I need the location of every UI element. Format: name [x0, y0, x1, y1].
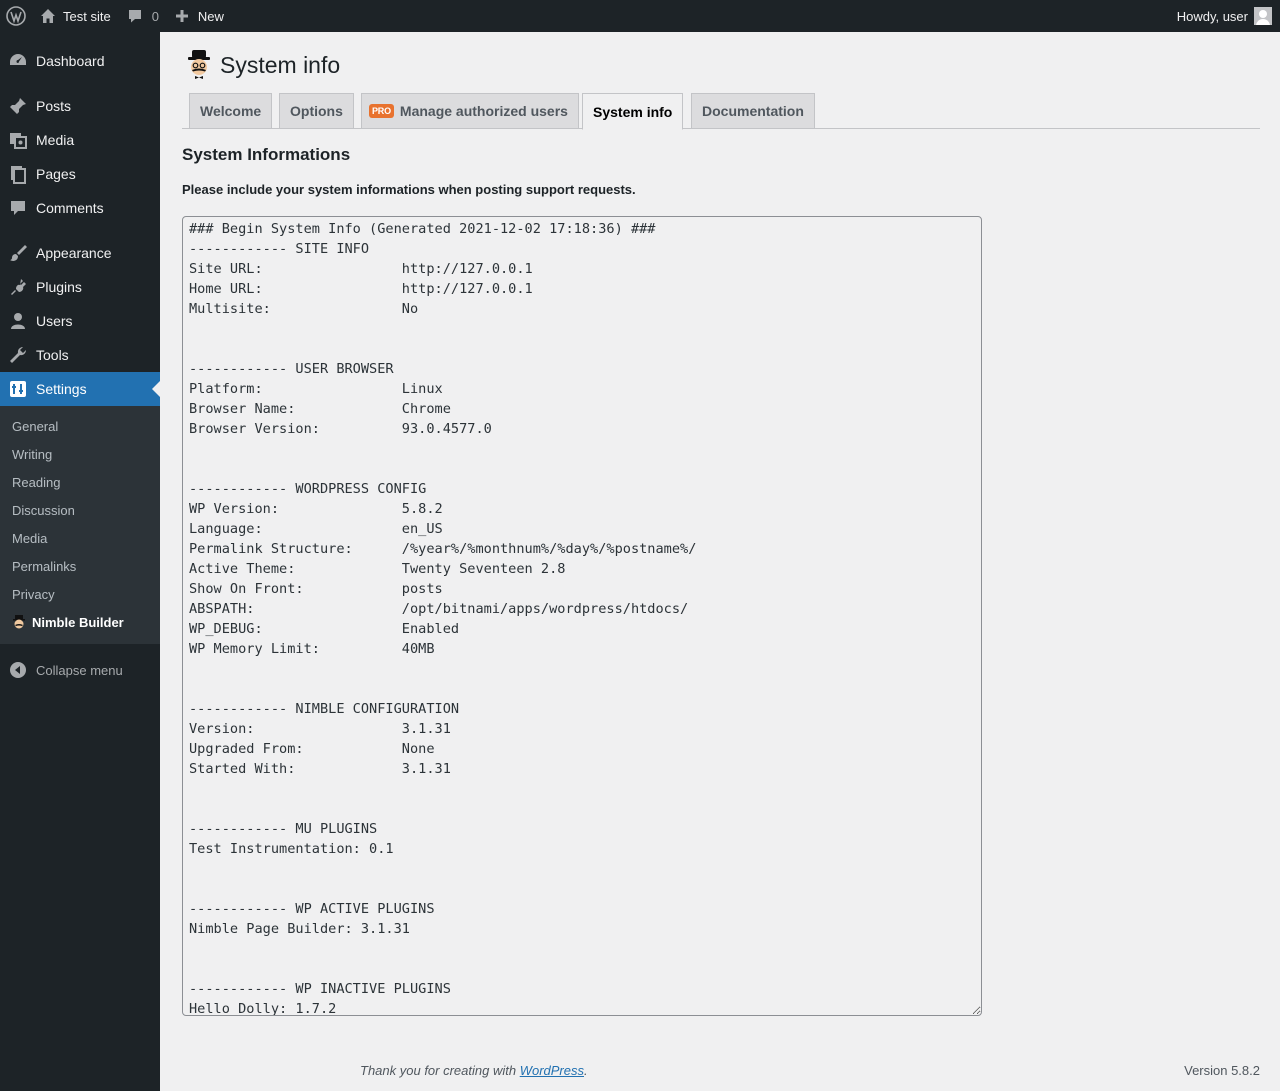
wrench-icon	[10, 346, 27, 363]
wordpress-link[interactable]: WordPress	[520, 1063, 584, 1078]
menu-item-posts[interactable]: Posts	[0, 89, 160, 123]
brush-icon	[10, 245, 27, 261]
submenu-item-media[interactable]: Media	[0, 524, 160, 552]
howdy-label: Howdy, user	[1176, 8, 1248, 24]
tab-label: Welcome	[200, 103, 262, 119]
tab-label: Documentation	[702, 103, 804, 119]
dashboard-icon	[10, 54, 26, 65]
nimble-builder-logo-icon	[188, 50, 210, 79]
tab-manage-authorized-users[interactable]: PRO Manage authorized users	[361, 93, 579, 129]
wordpress-logo-button[interactable]	[0, 0, 32, 32]
menu-item-media[interactable]: Media	[0, 123, 160, 157]
submenu-item-general[interactable]: General	[0, 412, 160, 440]
menu-label: Tools	[36, 347, 69, 363]
media-icon	[10, 133, 27, 149]
page-header: System info	[186, 50, 340, 80]
menu-item-tools[interactable]: Tools	[0, 338, 160, 372]
menu-item-dashboard[interactable]: Dashboard	[0, 44, 160, 78]
tab-documentation[interactable]: Documentation	[691, 93, 815, 129]
submenu-label: Nimble Builder	[32, 614, 124, 630]
pro-badge: PRO	[369, 104, 394, 118]
main-content: System info Welcome Options PRO Manage a…	[160, 32, 1280, 1091]
menu-item-appearance[interactable]: Appearance	[0, 236, 160, 270]
menu-label: Settings	[36, 381, 87, 397]
submenu-item-writing[interactable]: Writing	[0, 440, 160, 468]
footer-thanks: Thank you for creating with WordPress.	[360, 1063, 588, 1078]
admin-bar: Test site 0 New Howdy, user	[0, 0, 1280, 32]
plug-icon	[11, 279, 26, 295]
footer-version: Version 5.8.2	[1184, 1063, 1260, 1078]
tab-options[interactable]: Options	[279, 93, 354, 129]
submenu-item-privacy[interactable]: Privacy	[0, 580, 160, 608]
submenu-item-nimble-builder[interactable]: Nimble Builder	[0, 608, 160, 636]
system-info-textarea[interactable]: ### Begin System Info (Generated 2021-12…	[182, 216, 982, 1016]
new-content-link[interactable]: New	[167, 0, 232, 32]
menu-item-users[interactable]: Users	[0, 304, 160, 338]
new-label: New	[197, 8, 224, 24]
submenu-item-discussion[interactable]: Discussion	[0, 496, 160, 524]
menu-label: Plugins	[36, 279, 82, 295]
footer-thanks-suffix: .	[584, 1063, 588, 1078]
menu-item-settings[interactable]: Settings	[0, 372, 160, 406]
menu-label: Posts	[36, 98, 72, 114]
avatar	[1254, 7, 1272, 25]
comments-link[interactable]: 0	[119, 0, 167, 32]
tab-system-info[interactable]: System info	[582, 93, 684, 130]
menu-label: Comments	[36, 200, 104, 216]
menu-item-pages[interactable]: Pages	[0, 157, 160, 191]
site-name-link[interactable]: Test site	[32, 0, 119, 32]
footer-thanks-prefix: Thank you for creating with	[360, 1063, 520, 1078]
plus-icon	[175, 10, 188, 22]
settings-submenu: General Writing Reading Discussion Media…	[0, 406, 160, 644]
wordpress-logo-icon	[6, 6, 26, 26]
menu-label: Media	[36, 132, 75, 148]
settings-icon	[10, 381, 26, 397]
menu-item-comments[interactable]: Comments	[0, 191, 160, 225]
tab-label: Options	[290, 103, 343, 119]
comment-icon	[11, 201, 25, 215]
tab-welcome[interactable]: Welcome	[189, 93, 273, 129]
menu-item-plugins[interactable]: Plugins	[0, 270, 160, 304]
submenu-item-reading[interactable]: Reading	[0, 468, 160, 496]
nimble-builder-icon	[13, 615, 25, 629]
section-title: System Informations	[182, 145, 351, 164]
menu-label: Users	[36, 313, 73, 329]
pin-icon	[10, 98, 26, 114]
menu-label: Appearance	[36, 245, 112, 261]
collapse-label: Collapse menu	[36, 662, 123, 678]
my-account-link[interactable]: Howdy, user	[1169, 0, 1280, 32]
pages-icon	[11, 166, 26, 184]
user-icon	[11, 313, 25, 329]
collapse-arrow-icon	[10, 662, 26, 678]
page-title: System info	[220, 51, 341, 78]
tab-label: Manage authorized users	[399, 103, 568, 119]
site-name-label: Test site	[63, 8, 111, 24]
menu-label: Dashboard	[36, 53, 105, 69]
collapse-menu-button[interactable]: Collapse menu	[0, 653, 160, 687]
submenu-item-permalinks[interactable]: Permalinks	[0, 552, 160, 580]
home-icon	[41, 9, 55, 23]
menu-label: Pages	[36, 166, 76, 182]
tab-label: System info	[593, 103, 673, 120]
comment-bubble-icon	[128, 10, 141, 23]
nav-tabs: Welcome Options PRO Manage authorized us…	[182, 93, 1260, 130]
intro-text: Please include your system informations …	[182, 182, 636, 197]
admin-sidebar: Dashboard Posts Media Pages Comments App…	[0, 32, 160, 1091]
comments-count: 0	[151, 8, 159, 24]
